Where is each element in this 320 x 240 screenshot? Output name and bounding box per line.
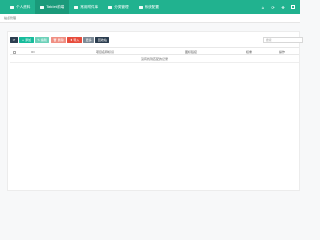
- nav-item-category[interactable]: 分类管理: [103, 0, 133, 14]
- column-header-weight[interactable]: 权重: [239, 48, 259, 56]
- list-icon: [108, 5, 113, 9]
- empty-message: 没有找到匹配的记录: [10, 55, 299, 63]
- nav-label: Tablet前端: [46, 4, 65, 9]
- search-input[interactable]: 搜索: [263, 37, 303, 43]
- content-panel: ⟳ + 添加 ✎ 编辑 🗑 删除 ⬆ 导入 更多 回收站 搜索 ID 项目名称标…: [7, 31, 303, 191]
- recycle-bin-button[interactable]: 回收站: [95, 37, 110, 43]
- fullscreen-icon[interactable]: [288, 0, 298, 14]
- cog-icon: [138, 5, 143, 9]
- column-header-title[interactable]: 项目名称标识: [80, 48, 130, 56]
- column-header-operate: 操作: [278, 50, 285, 54]
- toolbar: ⟳ + 添加 ✎ 编辑 🗑 删除 ⬆ 导入 更多 回收站: [10, 37, 110, 43]
- table-header: ID 项目名称标识 图标链接 权重 操作: [10, 47, 299, 55]
- nav-label: 个人资料: [16, 4, 31, 9]
- select-all-cell: [11, 48, 17, 56]
- refresh-button[interactable]: ⟳: [10, 37, 18, 43]
- nav-label: 常用附件库: [80, 4, 99, 9]
- tablet-icon: [40, 5, 45, 9]
- nav-label: 系统配置: [144, 4, 159, 9]
- data-table: ID 项目名称标识 图标链接 权重 操作 没有找到匹配的记录: [10, 47, 299, 63]
- edit-button[interactable]: ✎ 编辑: [34, 37, 50, 43]
- user-icon: [10, 5, 14, 9]
- breadcrumb: 站点管理: [4, 16, 17, 20]
- nav-item-attachments[interactable]: 常用附件库: [69, 0, 103, 14]
- import-button[interactable]: ⬆ 导入: [67, 37, 82, 43]
- select-all-checkbox[interactable]: [12, 50, 16, 54]
- column-header-image[interactable]: 图标链接: [166, 48, 216, 56]
- nav-label: 分类管理: [114, 4, 129, 9]
- nav-item-profile[interactable]: 个人资料: [0, 0, 35, 14]
- column-header-id[interactable]: ID: [27, 48, 39, 56]
- home-icon[interactable]: ⌂: [258, 0, 268, 14]
- square-icon: [291, 5, 295, 9]
- top-right-actions: ⌂ ⟳ ✥: [258, 0, 298, 14]
- delete-button[interactable]: 🗑 删除: [50, 37, 67, 43]
- expand-icon[interactable]: ✥: [278, 0, 288, 14]
- more-button[interactable]: 更多: [83, 37, 95, 43]
- top-nav: 个人资料 Tablet前端 常用附件库 分类管理 系统配置: [0, 0, 164, 14]
- breadcrumb-bar: 站点管理: [0, 14, 300, 23]
- top-navbar: 个人资料 Tablet前端 常用附件库 分类管理 系统配置 ⌂ ⟳ ✥: [0, 0, 300, 14]
- add-button[interactable]: + 添加: [19, 37, 34, 43]
- folder-icon: [74, 5, 79, 9]
- refresh-icon[interactable]: ⟳: [268, 0, 278, 14]
- nav-item-config[interactable]: 系统配置: [134, 0, 164, 14]
- nav-item-tablet[interactable]: Tablet前端: [35, 0, 70, 14]
